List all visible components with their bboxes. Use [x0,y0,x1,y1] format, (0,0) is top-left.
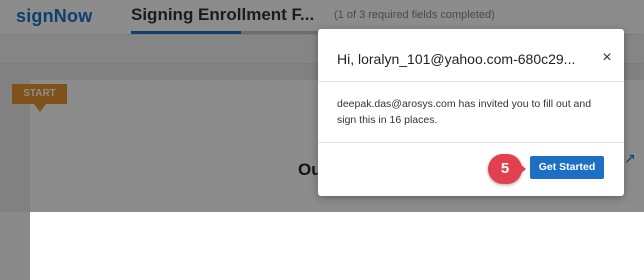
invitation-message: deepak.das@arosys.com has invited you to… [337,98,592,126]
close-icon[interactable]: × [599,49,615,67]
dialog-title: Hi, loralyn_101@yahoo.com-680c29... [337,51,576,67]
step-number-badge: 5 [488,154,526,184]
get-started-button[interactable]: Get Started [530,156,604,179]
dialog-divider [318,142,624,143]
dialog-header: Hi, loralyn_101@yahoo.com-680c29... × [318,29,624,82]
welcome-dialog: Hi, loralyn_101@yahoo.com-680c29... × de… [318,29,624,196]
